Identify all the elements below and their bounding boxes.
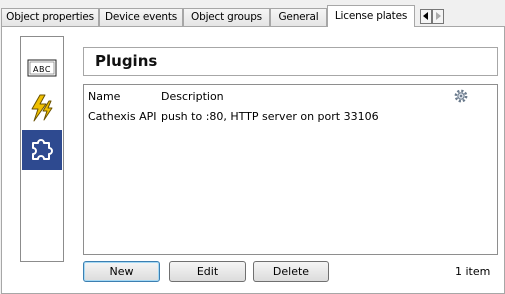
tab-object-properties[interactable]: Object properties bbox=[1, 8, 99, 27]
tab-scroll-right-button[interactable] bbox=[432, 9, 444, 24]
edit-button[interactable]: Edit bbox=[169, 261, 246, 282]
sidebar-item-plugins[interactable] bbox=[22, 130, 62, 170]
tab-license-plates[interactable]: License plates bbox=[327, 5, 415, 27]
gear-icon[interactable] bbox=[453, 88, 469, 107]
tab-device-events[interactable]: Device events bbox=[99, 8, 183, 27]
arrow-left-icon bbox=[423, 10, 429, 23]
lightning-icon bbox=[27, 93, 57, 126]
abc-label: ABC bbox=[33, 64, 51, 74]
category-sidebar: ABC bbox=[20, 36, 64, 262]
puzzle-piece-icon bbox=[27, 134, 57, 167]
tab-scroll-left-button[interactable] bbox=[420, 9, 432, 24]
delete-button[interactable]: Delete bbox=[253, 261, 329, 282]
page-title: Plugins bbox=[95, 52, 158, 70]
table-row[interactable]: Cathexis API push to :80, HTTP server on… bbox=[85, 108, 496, 125]
tab-object-groups[interactable]: Object groups bbox=[183, 8, 270, 27]
plugins-header: Plugins bbox=[83, 47, 498, 76]
plugin-name: Cathexis API bbox=[88, 110, 157, 123]
new-button[interactable]: New bbox=[83, 261, 160, 282]
plugin-description: push to :80, HTTP server on port 33106 bbox=[161, 110, 379, 123]
tab-strip: Object properties Device events Object g… bbox=[0, 0, 505, 27]
sidebar-item-text[interactable]: ABC bbox=[22, 49, 62, 89]
column-header-description[interactable]: Description bbox=[161, 90, 224, 103]
column-header-name[interactable]: Name bbox=[88, 90, 120, 103]
item-count: 1 item bbox=[455, 265, 491, 278]
tab-general[interactable]: General bbox=[270, 8, 327, 27]
arrow-right-icon bbox=[435, 10, 441, 23]
plugins-list[interactable]: Name Description Cathexis API push to :8… bbox=[83, 84, 498, 255]
sidebar-item-events[interactable] bbox=[22, 89, 62, 129]
